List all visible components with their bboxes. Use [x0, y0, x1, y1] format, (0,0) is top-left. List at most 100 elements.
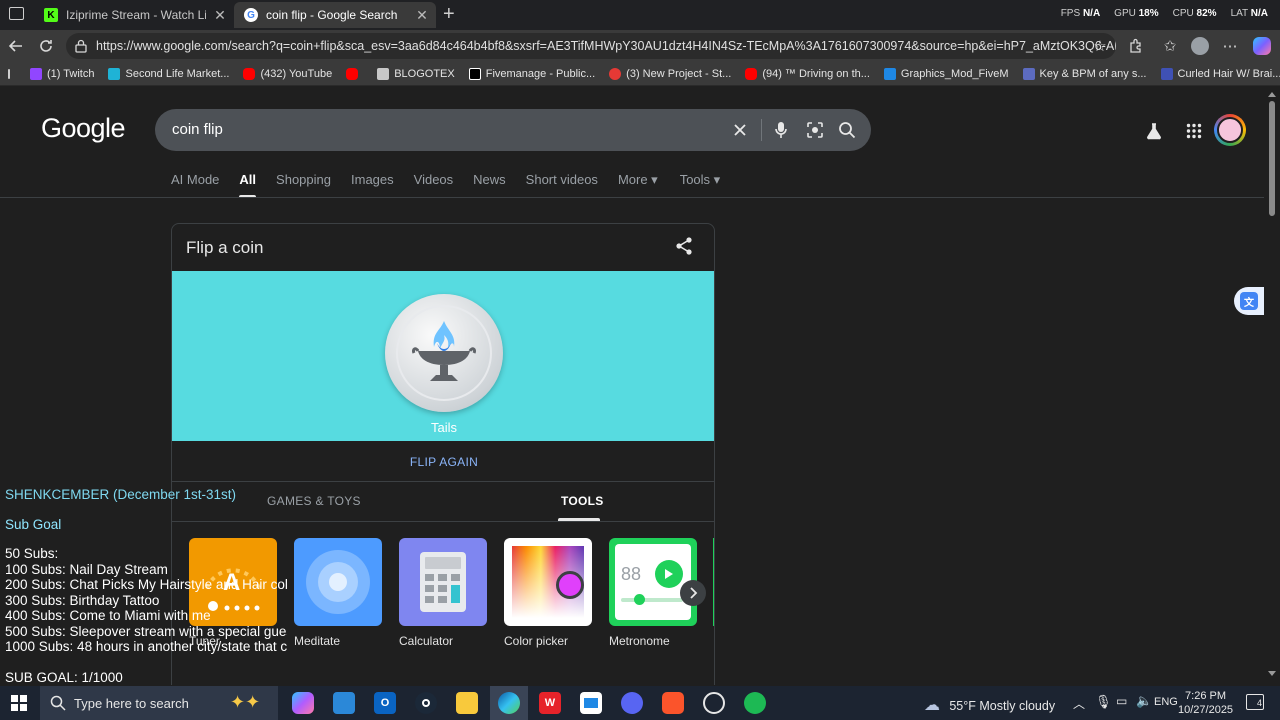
tool-meditate[interactable]: Meditate: [294, 538, 384, 648]
brave-browser-icon[interactable]: [662, 692, 684, 714]
search-icon[interactable]: [837, 120, 857, 140]
close-tab-icon[interactable]: ✕: [414, 7, 430, 24]
edge-browser-icon[interactable]: [498, 692, 520, 714]
translate-icon[interactable]: 文: [1234, 287, 1264, 315]
favorite-star-icon[interactable]: ☆: [1090, 36, 1110, 56]
account-avatar[interactable]: [1214, 114, 1246, 146]
share-icon[interactable]: [674, 236, 696, 258]
app-window-icon[interactable]: [580, 692, 602, 714]
favorites-icon[interactable]: ✩: [1160, 36, 1180, 56]
google-apps-icon[interactable]: [1182, 119, 1206, 143]
steam-icon[interactable]: [415, 692, 437, 714]
bookmark-key-bpm[interactable]: Key & BPM of any s...: [1022, 67, 1147, 80]
bookmark-label: (1) Twitch: [47, 67, 95, 80]
wps-office-icon[interactable]: W: [539, 692, 561, 714]
close-tab-icon[interactable]: ✕: [212, 7, 228, 24]
tab-videos[interactable]: Videos: [414, 172, 454, 198]
new-tab-button[interactable]: +: [443, 3, 455, 26]
microsoft-store-icon[interactable]: [333, 692, 355, 714]
windows-taskbar: Type here to search ✦✦ O W ☁ 55°F Mostly…: [0, 686, 1280, 720]
tab-images[interactable]: Images: [351, 172, 394, 198]
tab-more[interactable]: More ▾: [618, 172, 658, 198]
tab-tools[interactable]: Tools ▾: [680, 172, 721, 198]
bookmark-new-project[interactable]: (3) New Project - St...: [609, 67, 731, 80]
language-indicator[interactable]: ENG: [1154, 696, 1178, 708]
scroll-down-arrow[interactable]: [1268, 671, 1276, 676]
copilot-icon[interactable]: [1252, 36, 1272, 56]
profile-icon[interactable]: [1190, 36, 1210, 56]
show-hidden-icons-chevron[interactable]: ︿: [1073, 695, 1085, 712]
google-logo[interactable]: Google: [41, 113, 126, 144]
taskbar-search-box[interactable]: Type here to search ✦✦: [40, 686, 278, 720]
clear-search-icon[interactable]: [730, 120, 750, 140]
bookmark-second-life[interactable]: Second Life Market...: [108, 67, 230, 80]
goal-item: 500 Subs: Sleepover stream with a specia…: [5, 623, 287, 639]
search-divider: [761, 119, 762, 141]
taskbar-clock[interactable]: 7:26 PM 10/27/2025: [1178, 689, 1233, 717]
site-info-icon[interactable]: [74, 39, 88, 53]
copilot-app-icon[interactable]: [292, 692, 314, 714]
tab-title: coin flip - Google Search: [266, 8, 398, 22]
tab-ai-mode[interactable]: AI Mode: [171, 172, 219, 198]
windows-start-icon[interactable]: [11, 695, 27, 711]
coin-tails-image[interactable]: [385, 294, 503, 412]
clock-date: 10/27/2025: [1178, 704, 1234, 716]
outlook-icon[interactable]: O: [374, 692, 396, 714]
bookmark-youtube-2[interactable]: [346, 67, 363, 80]
blogotex-icon: [377, 67, 390, 80]
bookmark-graphics-mod[interactable]: Graphics_Mod_FiveM: [883, 67, 1009, 80]
search-box[interactable]: coin flip: [155, 109, 871, 151]
scroll-thumb[interactable]: [1269, 101, 1275, 216]
tab-all[interactable]: All: [239, 172, 256, 198]
bookmark-curled-hair[interactable]: Curled Hair W/ Brai...: [1160, 67, 1280, 80]
lens-search-icon[interactable]: [805, 120, 825, 140]
weather-widget[interactable]: ☁ 55°F Mostly cloudy: [924, 695, 1055, 715]
tab-short-videos[interactable]: Short videos: [526, 172, 598, 198]
tab-kick-stream[interactable]: K Iziprime Stream - Watch Live on K ✕: [34, 2, 234, 28]
overlay-subtitle: Sub Goal: [5, 516, 62, 532]
tool-calculator[interactable]: Calculator: [399, 538, 489, 648]
flip-again-button[interactable]: FLIP AGAIN: [172, 455, 714, 469]
volume-icon[interactable]: 🔈: [1136, 693, 1152, 709]
tab-tools-card[interactable]: TOOLS: [561, 494, 604, 508]
bookmark-driving[interactable]: (94) ™ Driving on th...: [745, 67, 870, 80]
page-scrollbar[interactable]: [1264, 87, 1280, 685]
bookmark-label: (432) YouTube: [260, 67, 333, 80]
bookmark-blogotex[interactable]: BLOGOTEX: [377, 67, 455, 80]
speedometer-app-icon[interactable]: [703, 692, 725, 714]
more-menu-icon[interactable]: ⋯: [1220, 36, 1240, 56]
network-icon[interactable]: ▭: [1116, 694, 1127, 708]
goal-item: 400 Subs: Come to Miami with me: [5, 608, 211, 623]
tab-news[interactable]: News: [473, 172, 506, 198]
tool-color-picker[interactable]: Color picker: [504, 538, 594, 648]
system-tray: ☁ 55°F Mostly cloudy ︿ 🎙 ▭ 🔈 ENG 7:26 PM…: [920, 686, 1280, 720]
bookmark-twitch[interactable]: (1) Twitch: [30, 67, 95, 80]
youtube-icon: [243, 67, 256, 80]
microphone-icon[interactable]: 🎙: [1095, 694, 1112, 710]
file-explorer-icon[interactable]: [456, 692, 478, 714]
tab-actions-icon[interactable]: [9, 7, 24, 20]
address-bar[interactable]: https://www.google.com/search?q=coin+fli…: [66, 33, 1116, 59]
copilot-sparkle-icon: ✦✦: [230, 692, 261, 712]
bookmark-fivemanage[interactable]: Fivemanage - Public...: [468, 67, 595, 80]
card-divider: [172, 481, 714, 482]
extensions-icon[interactable]: [1126, 36, 1146, 56]
notification-center-icon[interactable]: 4: [1246, 694, 1264, 710]
tab-shopping[interactable]: Shopping: [276, 172, 331, 198]
bookmark-label: Second Life Market...: [125, 67, 230, 80]
carousel-next-button[interactable]: [680, 580, 706, 606]
spotify-icon[interactable]: [744, 692, 766, 714]
coin-display[interactable]: Tails: [172, 271, 714, 441]
back-icon[interactable]: [6, 36, 26, 56]
bookmark-youtube[interactable]: (432) YouTube: [243, 67, 333, 80]
tab-google-search[interactable]: G coin flip - Google Search ✕: [234, 2, 436, 28]
refresh-icon[interactable]: [36, 36, 56, 56]
scroll-up-arrow[interactable]: [1268, 92, 1276, 97]
labs-flask-icon[interactable]: [1142, 119, 1166, 143]
search-input[interactable]: coin flip: [172, 121, 223, 138]
goal-item: 100 Subs: Nail Day Stream: [5, 561, 168, 577]
reading-list-icon[interactable]: [8, 68, 10, 79]
voice-search-icon[interactable]: [771, 120, 791, 140]
discord-icon[interactable]: [621, 692, 643, 714]
graphics-mod-icon: [883, 67, 896, 80]
